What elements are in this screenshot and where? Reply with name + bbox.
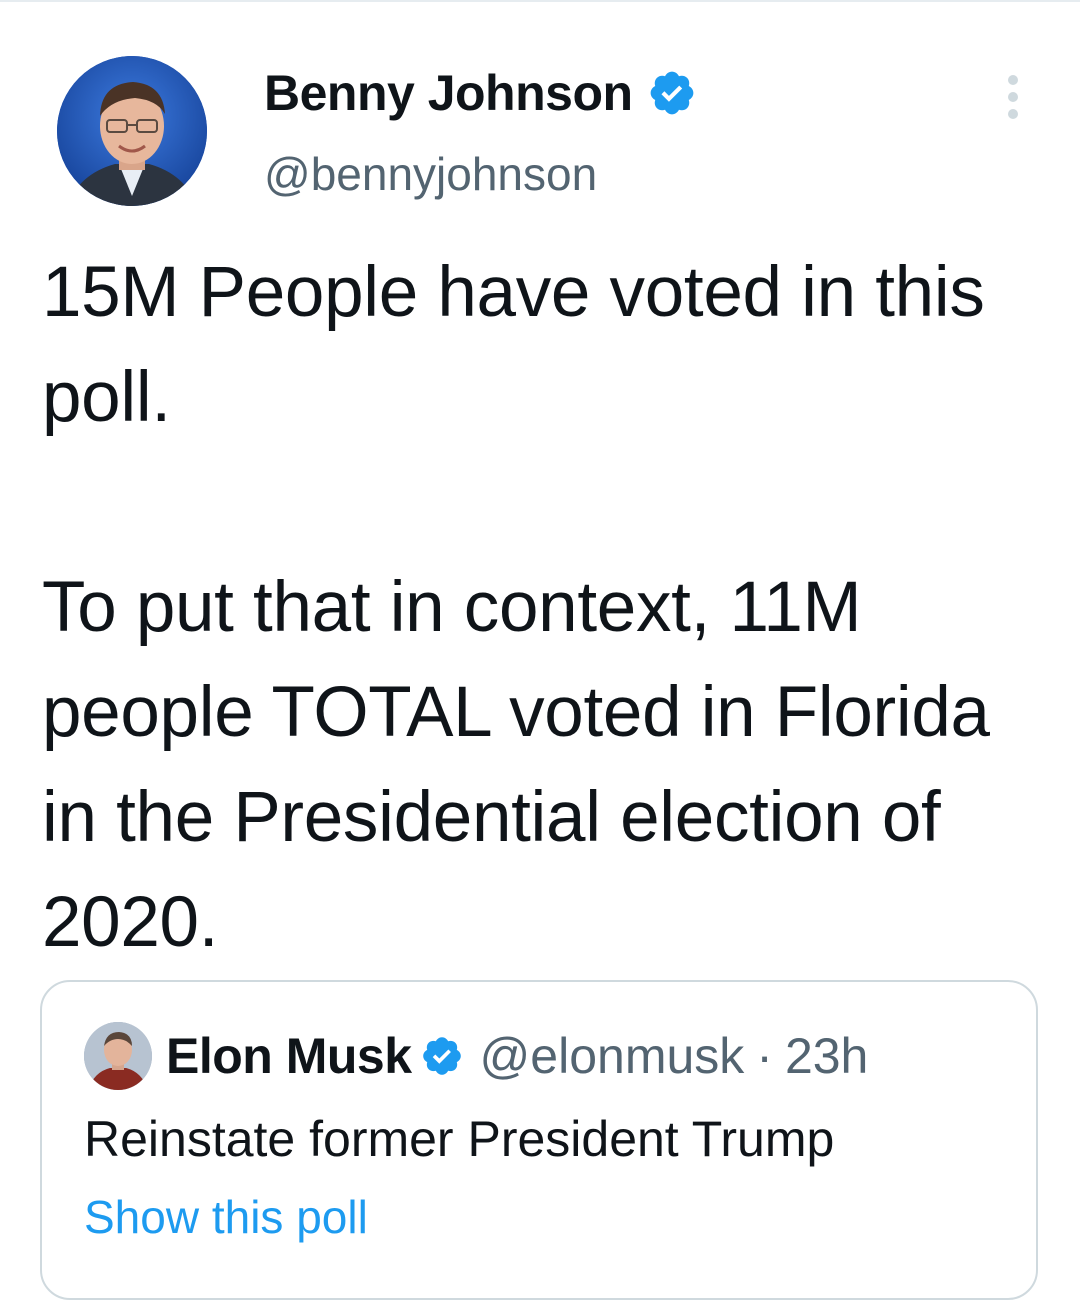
top-divider bbox=[0, 0, 1080, 2]
quoted-author-name[interactable]: Elon Musk bbox=[166, 1026, 412, 1086]
quoted-header: Elon Musk @elonmusk · 23h bbox=[166, 1026, 868, 1086]
tweet-paragraph-2: To put that in context, 11M people TOTAL… bbox=[42, 568, 990, 962]
separator-dot: · bbox=[756, 1028, 773, 1084]
author-name-row[interactable]: Benny Johnson bbox=[264, 62, 697, 124]
verified-badge-icon bbox=[650, 71, 693, 115]
quoted-tweet-card[interactable]: Elon Musk @elonmusk · 23h Reinstate form… bbox=[40, 980, 1038, 1300]
show-poll-link[interactable]: Show this poll bbox=[84, 1188, 368, 1246]
author-handle[interactable]: @bennyjohnson bbox=[264, 146, 597, 202]
author-avatar[interactable] bbox=[57, 56, 207, 206]
author-avatar-image bbox=[57, 56, 207, 206]
tweet-paragraph-1: 15M People have voted in this poll. bbox=[42, 253, 985, 437]
verified-badge-icon bbox=[422, 1037, 461, 1075]
quoted-timestamp[interactable]: 23h bbox=[785, 1026, 868, 1086]
more-options-icon[interactable] bbox=[1000, 72, 1026, 122]
quoted-tweet-text: Reinstate former President Trump bbox=[84, 1111, 835, 1167]
quoted-author-avatar-image bbox=[84, 1022, 152, 1090]
author-name[interactable]: Benny Johnson bbox=[264, 62, 633, 124]
tweet-card: Benny Johnson @bennyjohnson 15M People h… bbox=[0, 0, 1080, 1300]
quoted-author-handle[interactable]: @elonmusk bbox=[480, 1026, 745, 1086]
tweet-text: 15M People have voted in this poll. To p… bbox=[42, 240, 1042, 975]
quoted-author-avatar bbox=[84, 1022, 152, 1090]
